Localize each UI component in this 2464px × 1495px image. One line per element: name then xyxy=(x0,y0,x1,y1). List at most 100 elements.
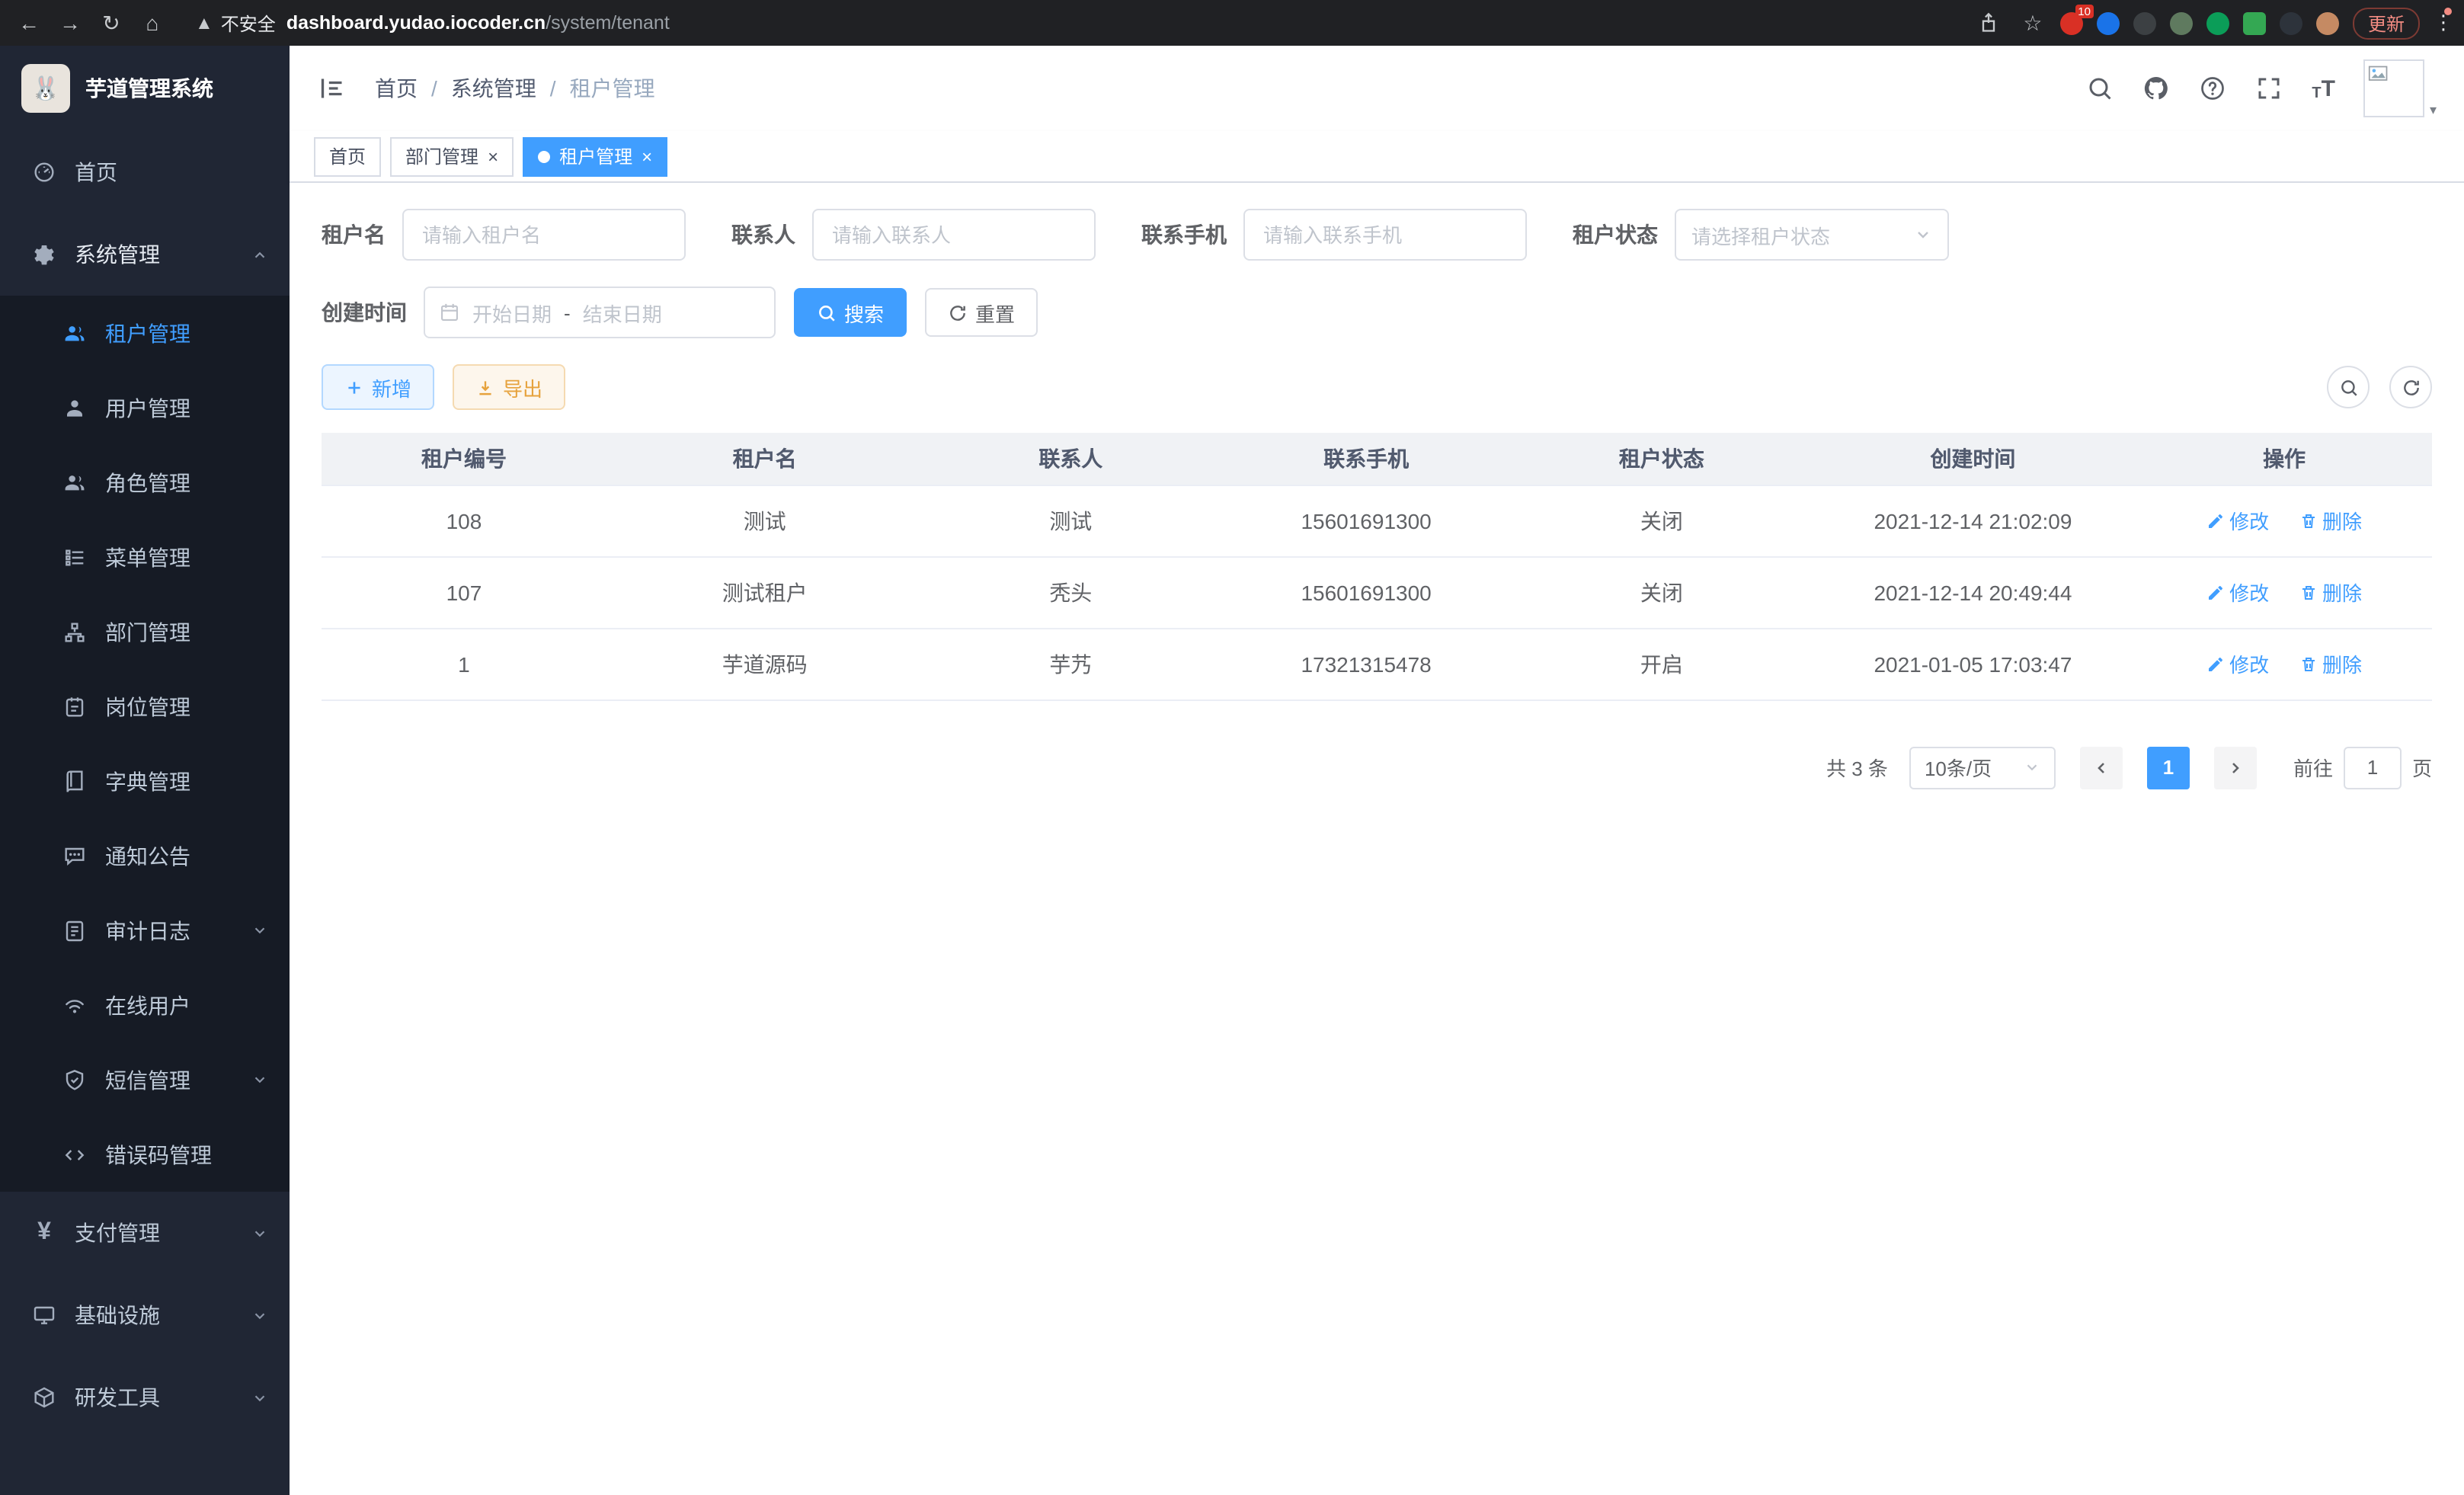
edit-button[interactable]: 修改 xyxy=(2206,578,2269,607)
sidebar-item-auditlog[interactable]: 审计日志 xyxy=(0,893,290,968)
update-label: 更新 xyxy=(2368,10,2405,36)
font-size-icon[interactable]: TT xyxy=(2312,75,2335,101)
address-bar[interactable]: ▲︎ 不安全 dashboard.yudao.iocoder.cn/system… xyxy=(180,10,1964,36)
toggle-search-icon[interactable] xyxy=(2327,366,2370,408)
delete-button[interactable]: 删除 xyxy=(2299,578,2362,607)
extension-icon-5[interactable] xyxy=(2206,11,2229,34)
sidebar-item-menu[interactable]: 菜单管理 xyxy=(0,520,290,594)
tab-home[interactable]: 首页 xyxy=(314,136,381,176)
tab-tenant[interactable]: 租户管理 × xyxy=(523,136,667,176)
breadcrumb-system[interactable]: 系统管理 xyxy=(451,73,536,104)
share-icon[interactable] xyxy=(1978,12,2005,34)
search-button[interactable]: 搜索 xyxy=(794,288,907,337)
tab-dept[interactable]: 部门管理 × xyxy=(390,136,514,176)
browser-back-icon[interactable]: ← xyxy=(15,0,43,46)
url-domain: dashboard.yudao.iocoder.cn xyxy=(286,12,546,34)
extension-icon-1[interactable]: 10 xyxy=(2060,11,2083,34)
sidebar-item-notice[interactable]: 通知公告 xyxy=(0,818,290,893)
collapse-sidebar-icon[interactable] xyxy=(317,73,347,104)
close-icon[interactable]: × xyxy=(642,147,652,165)
book-icon xyxy=(61,769,88,793)
sidebar-item-post[interactable]: 岗位管理 xyxy=(0,669,290,744)
chevron-down-icon xyxy=(251,1071,268,1088)
menu-list-icon xyxy=(61,545,88,569)
sidebar-item-devtools[interactable]: 研发工具 xyxy=(0,1356,290,1439)
col-phone: 联系手机 xyxy=(1218,433,1514,485)
trash-icon xyxy=(2299,583,2318,601)
delete-button[interactable]: 删除 xyxy=(2299,649,2362,678)
main-area: 首页 / 系统管理 / 租户管理 TT ▾ xyxy=(290,46,2464,1495)
breadcrumb-home[interactable]: 首页 xyxy=(375,73,418,104)
col-status: 租户状态 xyxy=(1514,433,1810,485)
browser-home-icon[interactable]: ⌂ xyxy=(139,0,166,46)
refresh-table-icon[interactable] xyxy=(2389,366,2432,408)
filter-row-2: 创建时间 开始日期 - 结束日期 搜索 重置 xyxy=(322,287,2432,338)
refresh-icon xyxy=(948,303,968,322)
sidebar-item-errorcode[interactable]: 错误码管理 xyxy=(0,1117,290,1192)
filter-tenant-name: 租户名 xyxy=(322,209,686,261)
sidebar-item-dept[interactable]: 部门管理 xyxy=(0,594,290,669)
tags-view-bar: 首页 部门管理 × 租户管理 × xyxy=(290,131,2464,183)
cell-tenant-name: 测试 xyxy=(606,485,923,556)
contact-input[interactable] xyxy=(812,209,1096,261)
page-number-button[interactable]: 1 xyxy=(2147,746,2190,789)
cell-actions: 修改 删除 xyxy=(2136,556,2432,628)
user-avatar[interactable]: ▾ xyxy=(2364,59,2437,117)
fullscreen-icon[interactable] xyxy=(2255,75,2283,102)
export-button[interactable]: 导出 xyxy=(453,364,565,410)
bookmark-star-icon[interactable]: ☆ xyxy=(2019,0,2046,46)
gear-icon xyxy=(30,242,58,267)
reset-button[interactable]: 重置 xyxy=(925,288,1038,337)
github-icon[interactable] xyxy=(2142,75,2170,102)
delete-button[interactable]: 删除 xyxy=(2299,506,2362,535)
col-tenant-name: 租户名 xyxy=(606,433,923,485)
prev-page-button[interactable] xyxy=(2080,746,2123,789)
cell-status: 开启 xyxy=(1514,628,1810,699)
profile-avatar-icon[interactable] xyxy=(2316,11,2339,34)
chevron-down-icon xyxy=(251,1389,268,1406)
code-icon xyxy=(61,1142,88,1167)
add-button[interactable]: 新增 xyxy=(322,364,434,410)
cell-contact: 秃头 xyxy=(923,556,1218,628)
sidebar-item-dict[interactable]: 字典管理 xyxy=(0,744,290,818)
browser-menu-icon[interactable]: ⋮ xyxy=(2434,11,2449,35)
tenant-name-input[interactable] xyxy=(402,209,686,261)
browser-update-button[interactable]: 更新 xyxy=(2353,7,2420,39)
user-icon xyxy=(61,395,88,420)
logo-image: 🐰 xyxy=(21,64,70,113)
close-icon[interactable]: × xyxy=(488,147,498,165)
browser-reload-icon[interactable]: ↻ xyxy=(98,0,125,46)
tenant-status-select[interactable]: 请选择租户状态 xyxy=(1675,209,1949,261)
sidebar-item-infra[interactable]: 基础设施 xyxy=(0,1274,290,1356)
create-time-range-picker[interactable]: 开始日期 - 结束日期 xyxy=(424,287,776,338)
sidebar-item-user[interactable]: 用户管理 xyxy=(0,370,290,445)
extension-icon-4[interactable] xyxy=(2170,11,2193,34)
sidebar-item-system[interactable]: 系统管理 xyxy=(0,213,290,296)
security-warning[interactable]: ▲︎ 不安全 xyxy=(195,10,276,36)
sidebar-item-home[interactable]: 首页 xyxy=(0,131,290,213)
page-size-select[interactable]: 10条/页 xyxy=(1909,746,2056,789)
sidebar-item-role[interactable]: 角色管理 xyxy=(0,445,290,520)
sidebar-item-sms[interactable]: 短信管理 xyxy=(0,1042,290,1117)
filter-status: 租户状态 请选择租户状态 xyxy=(1573,209,1949,261)
extension-icon-6[interactable] xyxy=(2243,11,2266,34)
url-text: dashboard.yudao.iocoder.cn/system/tenant xyxy=(286,12,670,34)
search-icon[interactable] xyxy=(2086,75,2114,102)
next-page-button[interactable] xyxy=(2214,746,2257,789)
browser-forward-icon[interactable]: → xyxy=(56,0,84,46)
cell-tenant-name: 测试租户 xyxy=(606,556,923,628)
phone-input[interactable] xyxy=(1243,209,1527,261)
edit-button[interactable]: 修改 xyxy=(2206,506,2269,535)
goto-page-input[interactable] xyxy=(2344,746,2402,789)
sidebar-item-online[interactable]: 在线用户 xyxy=(0,968,290,1042)
logo-row[interactable]: 🐰 芋道管理系统 xyxy=(0,46,290,131)
chevron-down-icon xyxy=(1914,226,1932,244)
help-icon[interactable] xyxy=(2199,75,2226,102)
extension-icon-2[interactable] xyxy=(2097,11,2120,34)
extensions-puzzle-icon[interactable] xyxy=(2280,11,2302,34)
edit-button[interactable]: 修改 xyxy=(2206,649,2269,678)
sidebar-item-pay[interactable]: ¥ 支付管理 xyxy=(0,1192,290,1274)
sidebar-item-tenant[interactable]: 租户管理 xyxy=(0,296,290,370)
cell-phone: 17321315478 xyxy=(1218,628,1514,699)
extension-icon-3[interactable] xyxy=(2133,11,2156,34)
